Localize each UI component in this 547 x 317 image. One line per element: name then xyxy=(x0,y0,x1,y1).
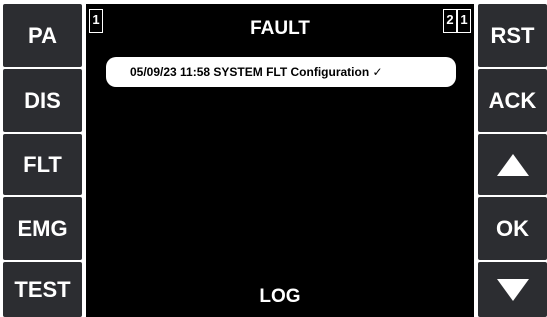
test-button[interactable]: TEST xyxy=(3,262,82,317)
right-counter-b: 1 xyxy=(457,9,471,33)
emg-button[interactable]: EMG xyxy=(3,197,82,260)
pa-button[interactable]: PA xyxy=(3,4,82,67)
scroll-down-button[interactable] xyxy=(478,262,547,317)
event-list-item[interactable]: 05/09/23 11:58 SYSTEM FLT Configuration … xyxy=(106,57,456,87)
test-button-label: TEST xyxy=(14,276,71,302)
ok-button[interactable]: OK xyxy=(478,197,547,260)
screen-title: FAULT xyxy=(250,18,310,39)
scroll-up-button[interactable] xyxy=(478,134,547,195)
ack-button-label: ACK xyxy=(488,87,537,113)
event-text: 05/09/23 11:58 SYSTEM FLT Configuration … xyxy=(130,65,383,79)
flt-button-label: FLT xyxy=(23,151,62,177)
triangle-down-icon xyxy=(496,278,529,301)
right-counter-a: 2 xyxy=(443,9,457,33)
dis-button-label: DIS xyxy=(24,87,61,113)
emg-button-label: EMG xyxy=(17,215,68,241)
pa-button-label: PA xyxy=(28,22,57,48)
triangle-up-icon xyxy=(496,153,529,176)
ok-button-label: OK xyxy=(496,215,529,241)
ack-button[interactable]: ACK xyxy=(478,69,547,132)
dis-button[interactable]: DIS xyxy=(3,69,82,132)
log-label: LOG xyxy=(259,286,301,307)
reset-button[interactable]: RST xyxy=(478,4,547,67)
flt-button[interactable]: FLT xyxy=(3,134,82,195)
display-screen: 1 FAULT 2 1 05/09/23 11:58 SYSTEM FLT Co… xyxy=(86,4,474,317)
reset-button-label: RST xyxy=(490,22,535,48)
